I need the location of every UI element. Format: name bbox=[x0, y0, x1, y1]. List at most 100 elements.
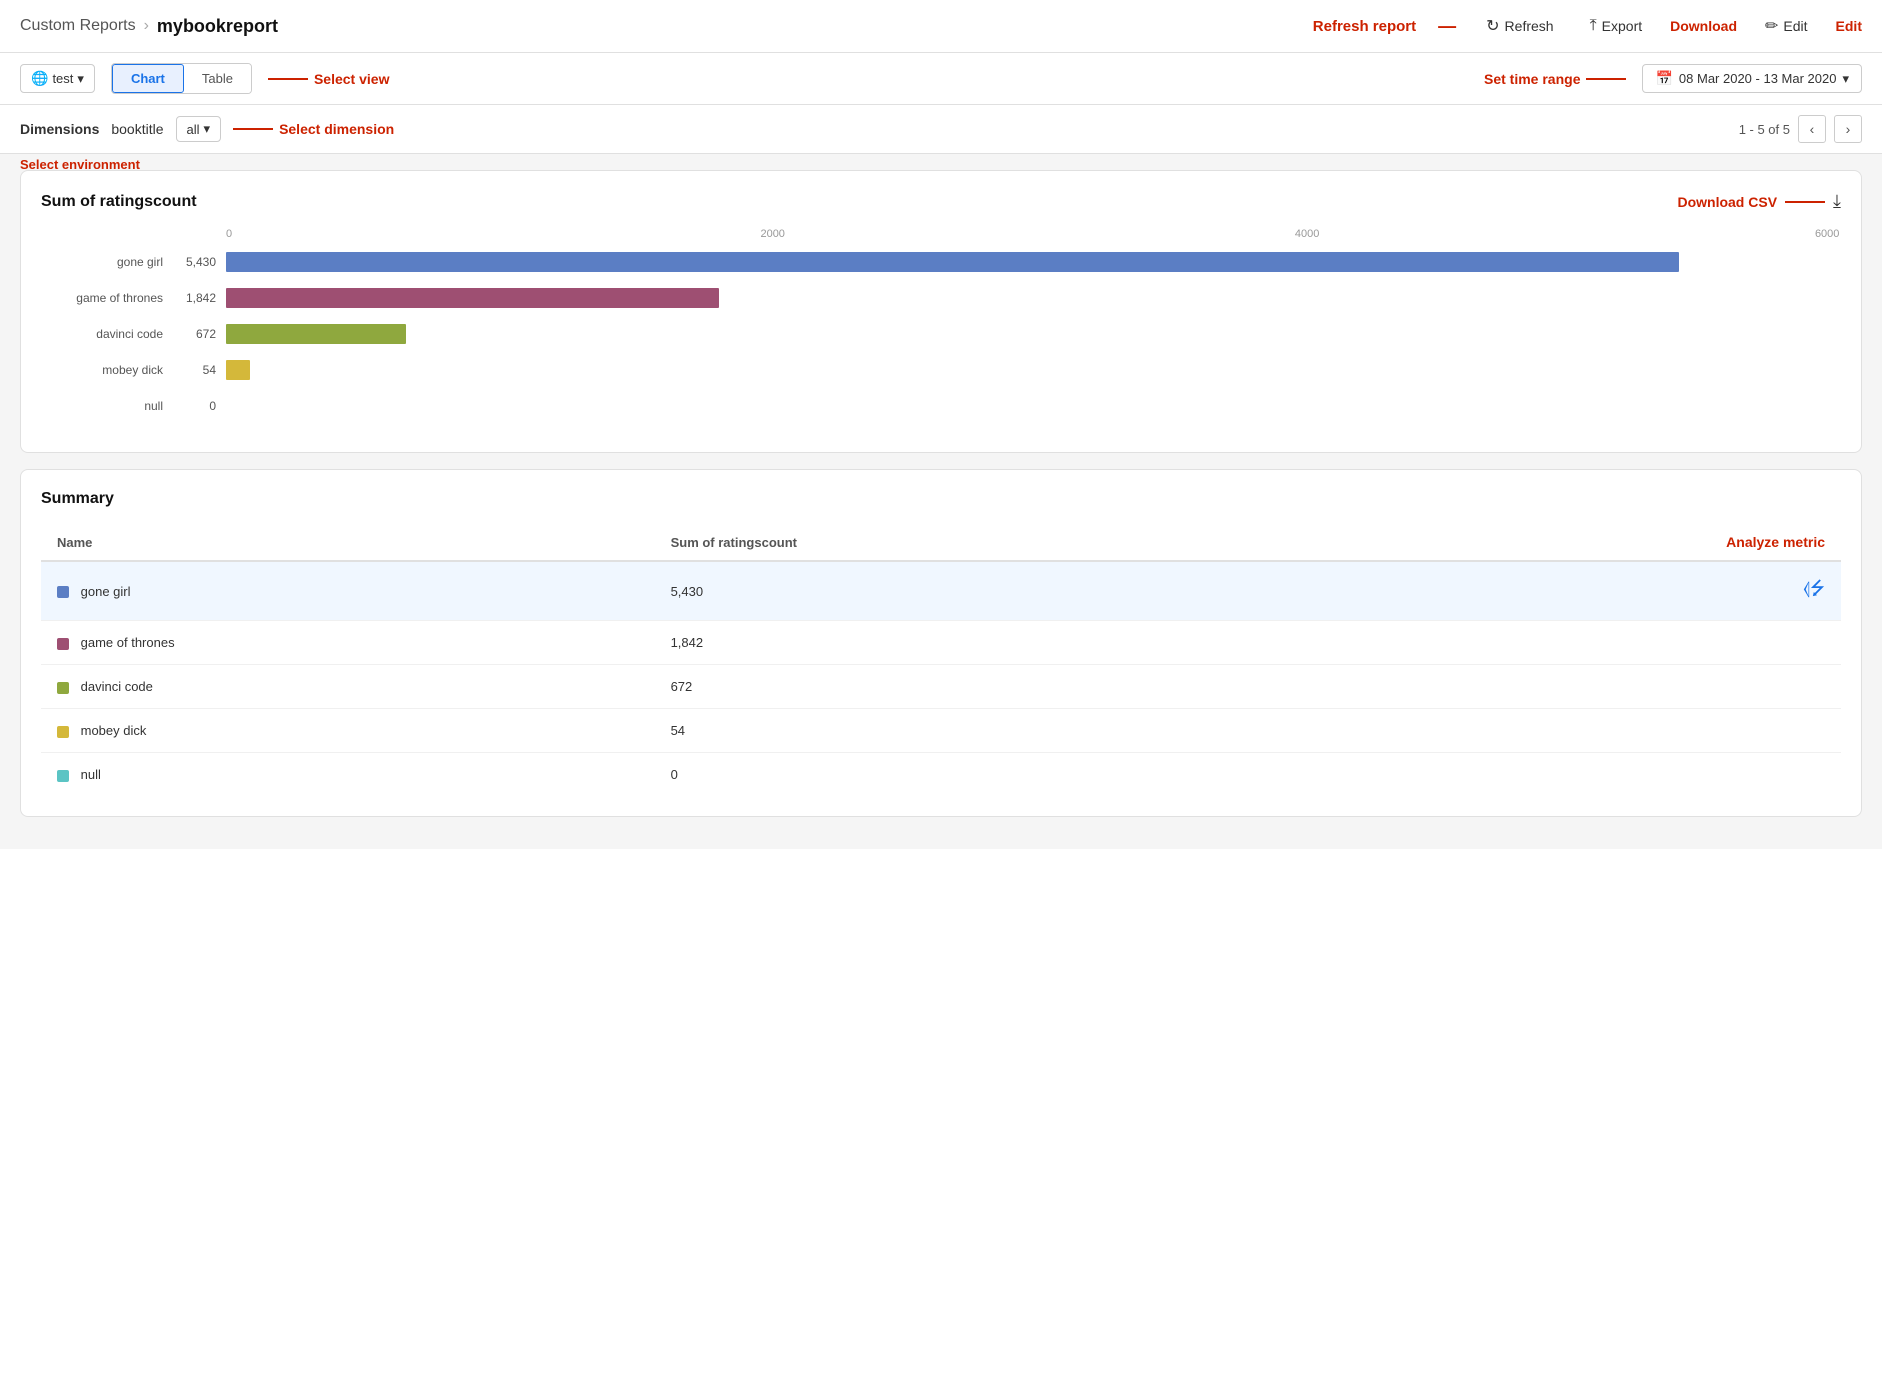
dimensions-label: Dimensions bbox=[20, 121, 99, 137]
refresh-label: Refresh bbox=[1505, 18, 1554, 34]
pagination: 1 - 5 of 5 ‹ › bbox=[1739, 115, 1862, 143]
header-actions: Refresh report — ↻ Refresh ⤒ Export Down… bbox=[1313, 12, 1862, 40]
select-dim-annotation: Select dimension bbox=[233, 121, 394, 137]
next-page-button[interactable]: › bbox=[1834, 115, 1862, 143]
summary-name-davinci-code: davinci code bbox=[81, 679, 153, 694]
select-dim-line bbox=[233, 128, 273, 130]
col-name-header: Name bbox=[41, 524, 655, 561]
chart-x-axis: 0 2000 4000 6000 bbox=[226, 228, 1831, 248]
summary-metric-null: 0 bbox=[655, 753, 1305, 797]
axis-label-2000: 2000 bbox=[760, 228, 784, 240]
edit-annotation: Edit bbox=[1836, 18, 1862, 34]
edit-button[interactable]: ✏ Edit bbox=[1757, 12, 1816, 40]
chart-card: Sum of ratingscount Download CSV ⤓ 0 200… bbox=[20, 170, 1862, 453]
refresh-report-arrow: — bbox=[1438, 16, 1456, 37]
summary-name-game-of-thrones: game of thrones bbox=[81, 635, 175, 650]
dim-filter-icon: ▾ bbox=[204, 121, 211, 137]
summary-title: Summary bbox=[41, 490, 114, 508]
summary-card: Summary Name Sum of ratingscount Analyze… bbox=[20, 469, 1862, 817]
bar-container-gone-girl bbox=[226, 252, 1831, 272]
color-dot-null bbox=[57, 770, 69, 782]
date-range-selector[interactable]: 📅 08 Mar 2020 - 13 Mar 2020 ▾ bbox=[1642, 64, 1862, 93]
export-label: Export bbox=[1602, 18, 1642, 34]
download-csv-group: Download CSV ⤓ bbox=[1677, 191, 1841, 212]
analyze-button-gone-girl[interactable]: ⦉⭍ bbox=[1803, 576, 1825, 606]
download-csv-button[interactable]: ⤓ bbox=[1833, 191, 1841, 212]
summary-row-game-of-thrones: game of thrones 1,842 bbox=[41, 621, 1841, 665]
page-wrapper: Custom Reports › mybookreport Refresh re… bbox=[0, 0, 1882, 1396]
bar-label-gone-girl: gone girl bbox=[51, 255, 171, 269]
env-selector[interactable]: 🌐 test ▾ bbox=[20, 64, 95, 93]
bar-label-davinci-code: davinci code bbox=[51, 327, 171, 341]
calendar-icon: 📅 bbox=[1655, 70, 1672, 87]
summary-analyze-empty bbox=[1304, 753, 1841, 797]
summary-table-body: gone girl 5,430 ⦉⭍ game of thrones bbox=[41, 561, 1841, 796]
summary-table: Name Sum of ratingscount Analyze metric … bbox=[41, 524, 1841, 796]
color-dot-mobey-dick bbox=[57, 726, 69, 738]
bar-label-game-of-thrones: game of thrones bbox=[51, 291, 171, 305]
table-tab[interactable]: Table bbox=[184, 64, 251, 93]
breadcrumb: Custom Reports › mybookreport bbox=[20, 16, 1313, 37]
bar-value-mobey-dick: 54 bbox=[171, 363, 226, 377]
prev-page-button[interactable]: ‹ bbox=[1798, 115, 1826, 143]
refresh-icon: ↻ bbox=[1486, 16, 1499, 36]
summary-analyze-empty bbox=[1304, 665, 1841, 709]
env-label: test bbox=[52, 71, 73, 86]
bar-value-davinci-code: 672 bbox=[171, 327, 226, 341]
refresh-report-annotation: Refresh report bbox=[1313, 18, 1416, 35]
dim-filter-value: all bbox=[187, 122, 200, 137]
summary-name-null: null bbox=[81, 767, 101, 782]
dimension-filter-dropdown[interactable]: all ▾ bbox=[176, 116, 222, 142]
globe-icon: 🌐 bbox=[31, 70, 48, 87]
chart-row: game of thrones 1,842 bbox=[51, 288, 1831, 308]
refresh-button[interactable]: ↻ Refresh bbox=[1478, 12, 1561, 40]
edit-icon: ✏ bbox=[1765, 16, 1778, 36]
breadcrumb-parent: Custom Reports bbox=[20, 17, 136, 35]
summary-metric-mobey-dick: 54 bbox=[655, 709, 1305, 753]
dimension-value: booktitle bbox=[111, 121, 163, 137]
summary-cell-name: gone girl bbox=[41, 561, 655, 621]
toolbar: 🌐 test ▾ Chart Table Select view Set tim… bbox=[0, 53, 1882, 105]
breadcrumb-separator: › bbox=[144, 17, 149, 35]
download-annotation: Download bbox=[1670, 18, 1737, 34]
bar-chart: 0 2000 4000 6000 gone girl 5,430 bbox=[41, 228, 1841, 416]
axis-label-4000: 4000 bbox=[1295, 228, 1319, 240]
select-dim-label: Select dimension bbox=[279, 121, 394, 137]
bar-label-mobey-dick: mobey dick bbox=[51, 363, 171, 377]
chart-row: gone girl 5,430 bbox=[51, 252, 1831, 272]
chart-tab[interactable]: Chart bbox=[112, 64, 184, 93]
col-analyze-header: Analyze metric bbox=[1304, 524, 1841, 561]
bar-mobey-dick bbox=[226, 360, 250, 380]
summary-cell-name: game of thrones bbox=[41, 621, 655, 665]
color-dot-gone-girl bbox=[57, 586, 69, 598]
analyze-annotation: Analyze metric bbox=[1726, 534, 1825, 550]
summary-metric-davinci-code: 672 bbox=[655, 665, 1305, 709]
chart-card-title: Sum of ratingscount bbox=[41, 193, 197, 211]
summary-name-gone-girl: gone girl bbox=[81, 584, 131, 599]
bar-value-game-of-thrones: 1,842 bbox=[171, 291, 226, 305]
summary-row-null: null 0 bbox=[41, 753, 1841, 797]
col-metric-header: Sum of ratingscount bbox=[655, 524, 1305, 561]
summary-header-row: Name Sum of ratingscount Analyze metric bbox=[41, 524, 1841, 561]
bar-value-null: 0 bbox=[171, 399, 226, 413]
bar-container-davinci-code bbox=[226, 324, 1831, 344]
bar-game-of-thrones bbox=[226, 288, 719, 308]
pagination-text: 1 - 5 of 5 bbox=[1739, 122, 1790, 137]
dimensions-bar: Dimensions booktitle all ▾ Select dimens… bbox=[0, 105, 1882, 154]
select-view-annotation: Select view bbox=[268, 71, 390, 87]
summary-analyze-cell: ⦉⭍ bbox=[1304, 561, 1841, 621]
chart-rows: gone girl 5,430 game of thrones 1,842 bbox=[51, 252, 1831, 416]
summary-row-gone-girl: gone girl 5,430 ⦉⭍ bbox=[41, 561, 1841, 621]
bar-label-null: null bbox=[51, 399, 171, 413]
date-dropdown-icon: ▾ bbox=[1842, 71, 1849, 87]
export-button[interactable]: ⤒ Export bbox=[1582, 13, 1651, 39]
chart-row: davinci code 672 bbox=[51, 324, 1831, 344]
set-time-annotation: Set time range bbox=[1484, 71, 1626, 87]
select-env-label: Select environment bbox=[20, 157, 140, 172]
dimensions-area: Dimensions booktitle all ▾ Select dimens… bbox=[0, 105, 1882, 154]
summary-row-davinci-code: davinci code 672 bbox=[41, 665, 1841, 709]
summary-name-mobey-dick: mobey dick bbox=[81, 723, 147, 738]
summary-metric-gone-girl: 5,430 bbox=[655, 561, 1305, 621]
header: Custom Reports › mybookreport Refresh re… bbox=[0, 0, 1882, 53]
chart-card-header: Sum of ratingscount Download CSV ⤓ bbox=[41, 191, 1841, 212]
